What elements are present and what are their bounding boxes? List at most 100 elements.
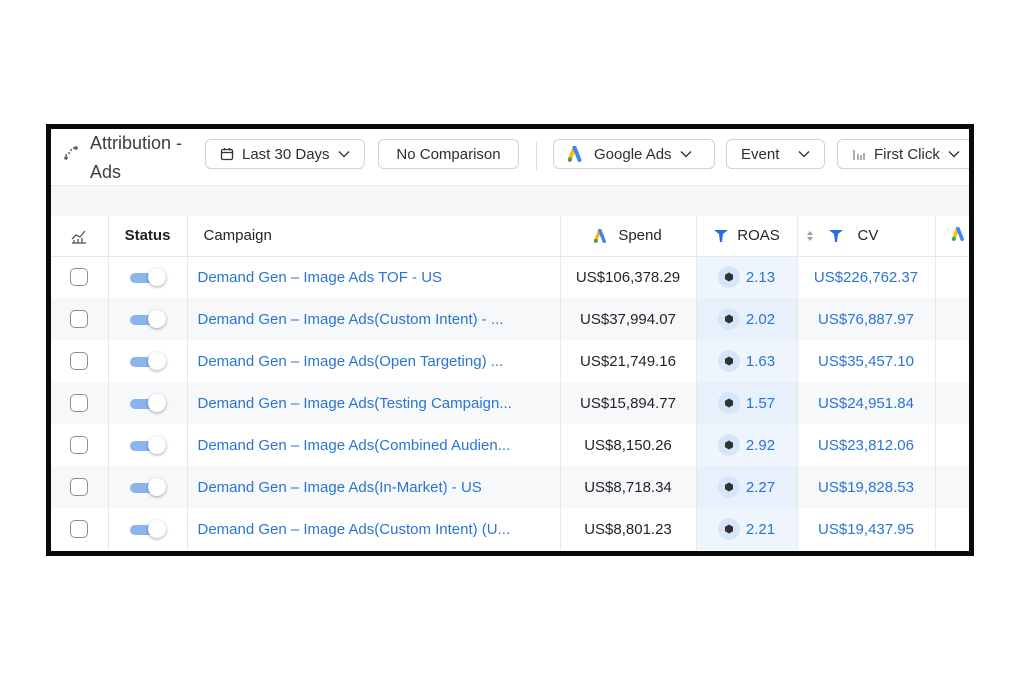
- status-toggle[interactable]: [129, 393, 166, 412]
- next-column-header[interactable]: [935, 216, 969, 257]
- table-row[interactable]: Demand Gen – Image Ads(Custom Intent) (U…: [51, 508, 975, 550]
- attribution-model-select[interactable]: First Click: [837, 139, 969, 169]
- spend-cell: US$8,801.23: [560, 508, 697, 550]
- campaign-table: Status Campaign Spend ROAS CV Demand Gen…: [51, 216, 975, 550]
- cv-cell[interactable]: US$35,457.10: [797, 340, 936, 382]
- toolbar-divider: [536, 141, 537, 171]
- row-select-cell: [51, 256, 109, 298]
- comparison-button[interactable]: No Comparison: [378, 139, 519, 169]
- status-cell: [108, 298, 188, 340]
- row-select-cell: [51, 508, 109, 550]
- row-checkbox[interactable]: [70, 309, 89, 328]
- roas-cell: 2.21: [696, 508, 798, 550]
- cv-cell[interactable]: US$19,828.53: [797, 466, 936, 508]
- next-column-cell: 1: [935, 382, 969, 424]
- cv-value: US$19,437.95: [818, 520, 914, 538]
- triple-whale-icon: [714, 229, 729, 242]
- status-toggle[interactable]: [129, 435, 166, 454]
- cv-value: US$24,951.84: [818, 394, 914, 412]
- row-select-cell: [51, 424, 109, 466]
- attribution-path-icon: [64, 146, 78, 160]
- status-toggle[interactable]: [129, 519, 166, 538]
- campaign-name-link[interactable]: Demand Gen – Image Ads(Combined Audien..…: [187, 424, 561, 466]
- campaign-name-link[interactable]: Demand Gen – Image Ads TOF - US: [187, 256, 561, 298]
- status-column-header[interactable]: Status: [108, 216, 188, 257]
- row-checkbox[interactable]: [70, 268, 89, 287]
- campaign-value: Demand Gen – Image Ads TOF - US: [197, 268, 443, 286]
- roas-value: 2.13: [745, 268, 776, 286]
- calendar-icon: [220, 148, 234, 161]
- table-row[interactable]: Demand Gen – Image Ads(Testing Campaign.…: [51, 382, 969, 424]
- campaign-column-header[interactable]: Campaign: [187, 216, 561, 257]
- spend-value: US$37,994.07: [580, 310, 676, 328]
- spend-column-header[interactable]: Spend: [560, 216, 697, 257]
- spend-value: US$8,150.26: [584, 436, 672, 454]
- date-range-button[interactable]: Last 30 Days: [205, 139, 365, 169]
- chart-icon: [71, 230, 87, 244]
- row-select-cell: [51, 340, 109, 382]
- roas-header-label: ROAS: [737, 227, 780, 245]
- row-checkbox[interactable]: [70, 393, 89, 412]
- table-row[interactable]: Demand Gen – Image Ads(Open Targeting) .…: [51, 340, 975, 382]
- row-checkbox[interactable]: [70, 435, 89, 454]
- roas-cell: 2.92: [696, 424, 798, 466]
- sort-icon[interactable]: [806, 230, 814, 242]
- row-select-cell: [51, 382, 109, 424]
- google-ads-icon: [594, 228, 607, 243]
- status-toggle[interactable]: [129, 268, 166, 287]
- triple-whale-icon: [828, 229, 843, 242]
- cv-cell[interactable]: US$19,437.95: [797, 508, 936, 550]
- status-toggle[interactable]: [129, 309, 166, 328]
- next-column-cell: 1: [935, 340, 975, 382]
- chevron-down-icon: [680, 151, 692, 158]
- campaign-name-link[interactable]: Demand Gen – Image Ads(Open Targeting) .…: [187, 340, 561, 382]
- roas-value: 2.21: [745, 520, 776, 538]
- status-toggle[interactable]: [129, 477, 166, 496]
- comparison-label: No Comparison: [396, 145, 501, 163]
- campaign-name-link[interactable]: Demand Gen – Image Ads(Custom Intent) (U…: [187, 508, 561, 550]
- table-row[interactable]: Demand Gen – Image Ads(Combined Audien..…: [51, 424, 975, 466]
- cv-cell[interactable]: US$226,762.37: [797, 256, 936, 298]
- roas-badge-icon: [717, 518, 740, 540]
- row-checkbox[interactable]: [70, 519, 89, 538]
- cv-cell[interactable]: US$76,887.97: [797, 298, 936, 340]
- status-cell: [108, 340, 188, 382]
- spend-value: US$15,894.77: [580, 394, 676, 412]
- cv-cell[interactable]: US$24,951.84: [797, 382, 936, 424]
- roas-badge-icon: [717, 308, 740, 330]
- table-row[interactable]: Demand Gen – Image Ads(Custom Intent) - …: [51, 298, 969, 340]
- spend-value: US$21,749.16: [580, 352, 676, 370]
- roas-value: 1.63: [745, 352, 776, 370]
- campaign-name-link[interactable]: Demand Gen – Image Ads(Testing Campaign.…: [187, 382, 561, 424]
- roas-cell: 2.13: [696, 256, 798, 298]
- chart-column-header[interactable]: [51, 216, 109, 257]
- platform-select[interactable]: Google Ads: [553, 139, 715, 169]
- cv-value: US$226,762.37: [813, 268, 919, 286]
- spend-cell: US$37,994.07: [560, 298, 697, 340]
- extra-value: 2: [972, 437, 975, 454]
- row-select-cell: [51, 298, 109, 340]
- roas-badge-icon: [717, 350, 740, 372]
- roas-column-header[interactable]: ROAS: [696, 216, 798, 257]
- campaign-header-label: Campaign: [203, 227, 272, 245]
- table-row[interactable]: Demand Gen – Image Ads TOF - US US$106,3…: [51, 256, 969, 298]
- spend-value: US$8,801.23: [584, 520, 672, 538]
- cv-cell[interactable]: US$23,812.06: [797, 424, 936, 466]
- spend-cell: US$15,894.77: [560, 382, 697, 424]
- campaign-value: Demand Gen – Image Ads(Open Targeting) .…: [197, 352, 504, 370]
- campaign-name-link[interactable]: Demand Gen – Image Ads(Custom Intent) - …: [187, 298, 561, 340]
- attribution-model-label: First Click: [874, 145, 940, 163]
- row-checkbox[interactable]: [70, 351, 89, 370]
- campaign-value: Demand Gen – Image Ads(Testing Campaign.…: [197, 394, 512, 412]
- roas-cell: 2.27: [696, 466, 798, 508]
- campaign-name-link[interactable]: Demand Gen – Image Ads(In-Market) - US: [187, 466, 561, 508]
- extra-value: 1: [972, 521, 975, 538]
- row-checkbox[interactable]: [70, 477, 89, 496]
- status-toggle[interactable]: [129, 351, 166, 370]
- campaign-value: Demand Gen – Image Ads(In-Market) - US: [197, 478, 482, 496]
- event-select[interactable]: Event: [726, 139, 825, 169]
- table-row[interactable]: Demand Gen – Image Ads(In-Market) - US U…: [51, 466, 969, 508]
- extra-value: 1: [972, 353, 975, 370]
- google-ads-icon: [568, 146, 582, 162]
- cv-column-header[interactable]: CV: [797, 216, 936, 257]
